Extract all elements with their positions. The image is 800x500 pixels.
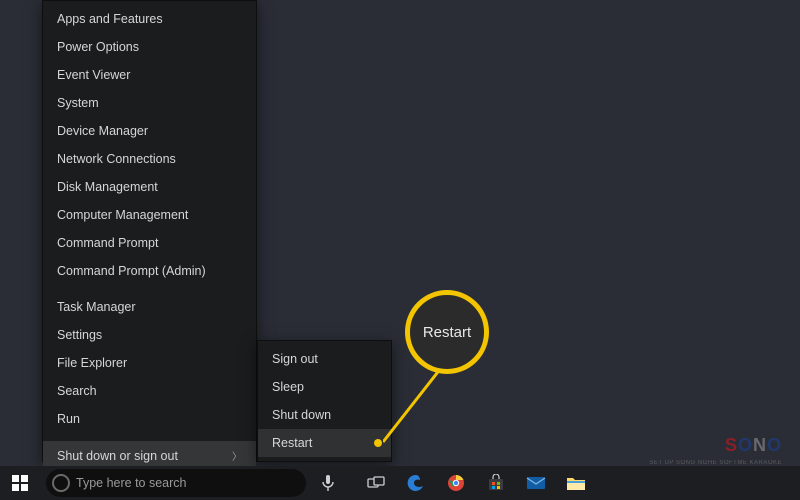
search-box[interactable]: Type here to search xyxy=(46,469,306,497)
menu-item-computer-management[interactable]: Computer Management xyxy=(43,201,256,229)
shutdown-submenu: Sign out Sleep Shut down Restart xyxy=(257,340,392,462)
menu-item-search[interactable]: Search xyxy=(43,377,256,405)
cortana-mic-icon[interactable] xyxy=(308,466,348,500)
menu-item-settings[interactable]: Settings xyxy=(43,321,256,349)
annotation-dot xyxy=(374,439,382,447)
search-placeholder: Type here to search xyxy=(76,476,186,490)
mail-icon[interactable] xyxy=(516,466,556,500)
menu-item-file-explorer[interactable]: File Explorer xyxy=(43,349,256,377)
submenu-item-sign-out[interactable]: Sign out xyxy=(258,345,391,373)
submenu-item-sleep[interactable]: Sleep xyxy=(258,373,391,401)
annotation-line xyxy=(383,368,461,446)
menu-item-system[interactable]: System xyxy=(43,89,256,117)
file-explorer-icon[interactable] xyxy=(556,466,596,500)
microsoft-store-icon[interactable] xyxy=(476,466,516,500)
winx-context-menu: Apps and Features Power Options Event Vi… xyxy=(42,0,257,462)
start-button[interactable] xyxy=(0,466,40,500)
windows-logo-icon xyxy=(12,475,28,491)
menu-item-event-viewer[interactable]: Event Viewer xyxy=(43,61,256,89)
chrome-browser-icon[interactable] xyxy=(436,466,476,500)
menu-item-device-manager[interactable]: Device Manager xyxy=(43,117,256,145)
menu-item-command-prompt-admin[interactable]: Command Prompt (Admin) xyxy=(43,257,256,285)
submenu-item-restart[interactable]: Restart xyxy=(258,429,391,457)
menu-item-network-connections[interactable]: Network Connections xyxy=(43,145,256,173)
submenu-item-shut-down[interactable]: Shut down xyxy=(258,401,391,429)
edge-browser-icon[interactable] xyxy=(396,466,436,500)
task-view-icon[interactable] xyxy=(356,466,396,500)
annotation-label: Restart xyxy=(423,324,471,341)
cortana-circle-icon xyxy=(52,474,70,492)
taskbar: Type here to search xyxy=(0,466,800,500)
menu-item-disk-management[interactable]: Disk Management xyxy=(43,173,256,201)
menu-item-apps-and-features[interactable]: Apps and Features xyxy=(43,5,256,33)
menu-item-power-options[interactable]: Power Options xyxy=(43,33,256,61)
watermark-logo: SONO xyxy=(725,435,782,456)
menu-item-task-manager[interactable]: Task Manager xyxy=(43,293,256,321)
menu-item-run[interactable]: Run xyxy=(43,405,256,433)
annotation-circle: Restart xyxy=(405,290,489,374)
menu-item-command-prompt[interactable]: Command Prompt xyxy=(43,229,256,257)
chevron-right-icon: 〉 xyxy=(232,448,242,463)
desktop: Apps and Features Power Options Event Vi… xyxy=(0,0,800,500)
